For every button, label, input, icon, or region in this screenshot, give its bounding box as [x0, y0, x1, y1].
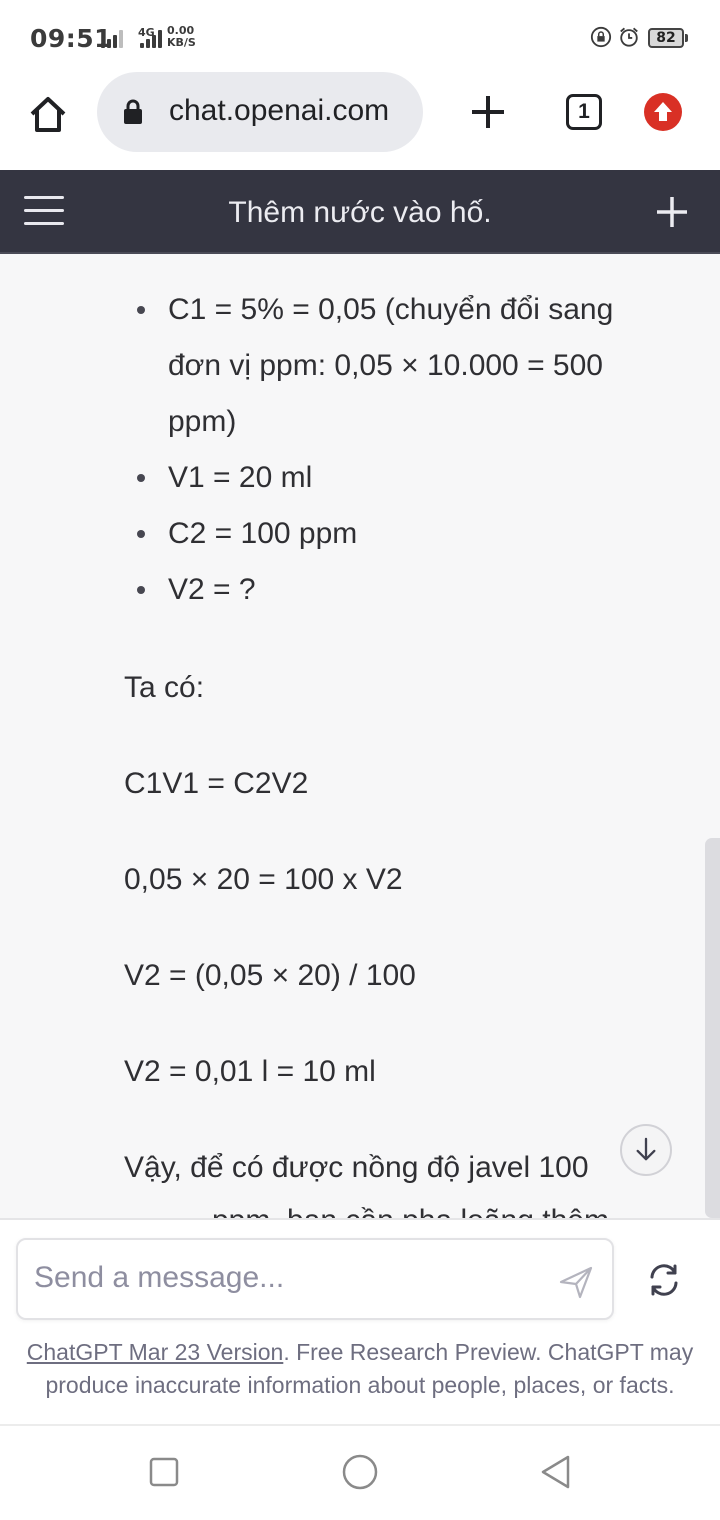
chat-message-area[interactable]: C1 = 5% = 0,05 (chuyển đổi sang đơn vị p…: [0, 254, 720, 1218]
address-bar[interactable]: chat.openai.com: [97, 72, 423, 152]
system-nav-bar: [0, 1424, 720, 1520]
signal-strength-icon: [101, 26, 123, 48]
new-tab-plus-icon[interactable]: [466, 90, 510, 134]
battery-tip: [685, 34, 688, 42]
refresh-icon[interactable]: [644, 1260, 684, 1300]
network-speed: 0.00 KB/S: [167, 25, 196, 49]
message-paragraph: Vậy, để có được nồng độ javel 100: [124, 1151, 589, 1184]
network-speed-unit: KB/S: [167, 36, 196, 49]
home-circle-icon[interactable]: [340, 1452, 380, 1492]
version-link[interactable]: ChatGPT Mar 23 Version: [27, 1339, 284, 1365]
message-box[interactable]: [16, 1238, 614, 1320]
composer-area: ChatGPT Mar 23 Version. Free Research Pr…: [0, 1218, 720, 1424]
recent-apps-icon[interactable]: [144, 1452, 184, 1492]
message-paragraph: Ta có:: [124, 671, 205, 704]
new-chat-plus-icon[interactable]: [652, 192, 692, 232]
status-bar: 09:51 4G 0.00 KB/S 82: [0, 0, 720, 72]
list-item: V1 = 20 ml: [124, 450, 644, 506]
list-item: C1 = 5% = 0,05 (chuyển đổi sang đơn vị p…: [124, 282, 644, 450]
message-paragraph: V2 = (0,05 × 20) / 100: [124, 959, 416, 992]
alarm-icon: [620, 27, 638, 47]
signal-strength-4g-icon: [140, 26, 162, 48]
message-paragraph: C1V1 = C2V2: [124, 767, 309, 800]
message-paragraph-cutoff: ppm, bạn cần pha loãng thêm: [212, 1204, 609, 1218]
message-paragraph: 0,05 × 20 = 100 x V2: [124, 863, 403, 896]
message-input[interactable]: [34, 1258, 534, 1298]
list-item: C2 = 100 ppm: [124, 506, 644, 562]
rotation-lock-icon: [590, 26, 612, 48]
footer-disclaimer: ChatGPT Mar 23 Version. Free Research Pr…: [14, 1336, 706, 1402]
back-icon[interactable]: [536, 1452, 576, 1492]
update-arrow-icon[interactable]: [644, 93, 682, 131]
lock-icon: [124, 99, 142, 124]
battery-icon: 82: [648, 28, 684, 48]
list-item: V2 = ?: [124, 562, 644, 618]
bullet-list: C1 = 5% = 0,05 (chuyển đổi sang đơn vị p…: [124, 282, 644, 618]
message-paragraph: V2 = 0,01 l = 10 ml: [124, 1055, 376, 1088]
scrollbar[interactable]: [705, 838, 720, 1218]
chat-title: Thêm nước vào hố.: [228, 196, 492, 229]
tab-switcher-button[interactable]: 1: [566, 94, 602, 130]
home-icon[interactable]: [26, 92, 70, 136]
arrow-down-icon[interactable]: [620, 1124, 672, 1176]
status-time: 09:51: [30, 24, 113, 53]
browser-toolbar: chat.openai.com 1: [0, 72, 720, 168]
url-text: chat.openai.com: [169, 94, 390, 127]
send-icon[interactable]: [556, 1262, 596, 1302]
chat-header: Thêm nước vào hố.: [0, 170, 720, 254]
